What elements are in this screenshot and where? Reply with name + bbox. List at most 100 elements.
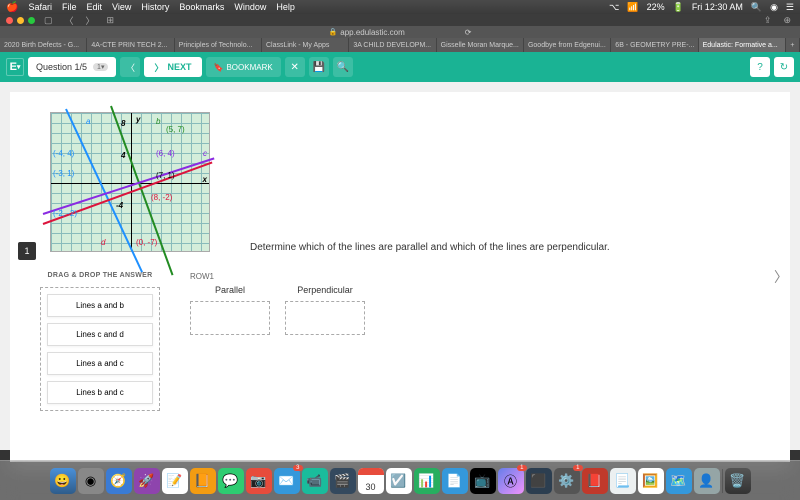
tab-3[interactable]: ClassLink - My Apps	[262, 38, 349, 52]
share-icon[interactable]: ⇪	[761, 15, 775, 26]
edulastic-app: E▾ Question 1/5 1▾ 〈 〉 NEXT 🔖 BOOKMARK ✕…	[0, 52, 800, 450]
exit-button[interactable]: ↻	[774, 57, 794, 77]
question-selector[interactable]: Question 1/5 1▾	[28, 57, 116, 77]
bookmark-icon: 🔖	[214, 63, 224, 72]
drag-item-ab[interactable]: Lines a and b	[47, 294, 153, 317]
appstore-icon[interactable]: Ⓐ1	[498, 468, 524, 494]
next-question-button[interactable]: 〉 NEXT	[144, 57, 201, 77]
question-number: 1	[18, 242, 36, 260]
menu-help[interactable]: Help	[276, 2, 295, 12]
maximize-window-icon[interactable]	[28, 17, 35, 24]
sysprefs-icon[interactable]: ⚙️1	[554, 468, 580, 494]
bluetooth-icon[interactable]: ⌥	[609, 2, 619, 13]
drag-item-bc[interactable]: Lines b and c	[47, 381, 153, 404]
y-axis-label: y	[136, 115, 140, 124]
ibooks-icon[interactable]: 📙	[190, 468, 216, 494]
calendar-icon[interactable]	[358, 468, 384, 494]
save-button[interactable]: 💾	[309, 57, 329, 77]
next-page-arrow[interactable]: 〉	[774, 267, 788, 287]
menu-window[interactable]: Window	[234, 2, 266, 12]
keynote-icon[interactable]: 🎬	[330, 468, 356, 494]
question-label: Question 1/5	[36, 62, 87, 72]
apple-menu-icon[interactable]: 🍎	[6, 2, 18, 13]
tab-8-active[interactable]: Edulastic: Formative a...	[699, 38, 786, 52]
macos-menubar: 🍎 Safari File Edit View History Bookmark…	[0, 0, 800, 14]
url-text: app.edulastic.com	[340, 28, 404, 37]
search-button[interactable]: 🔍	[333, 57, 353, 77]
notes-icon[interactable]: 📝	[162, 468, 188, 494]
close-window-icon[interactable]	[6, 17, 13, 24]
question-badge: 1▾	[93, 63, 108, 71]
menu-history[interactable]: History	[141, 2, 169, 12]
tab-4[interactable]: 3A CHILD DEVELOPM...	[349, 38, 436, 52]
app-name[interactable]: Safari	[28, 2, 52, 12]
drag-item-ac[interactable]: Lines a and c	[47, 352, 153, 375]
forward-button[interactable]: 〉	[83, 14, 98, 27]
reminders-icon[interactable]: ☑️	[386, 468, 412, 494]
preview-icon[interactable]: 🖼️	[638, 468, 664, 494]
edulastic-logo[interactable]: E▾	[6, 58, 24, 76]
pages-icon[interactable]: 📄	[442, 468, 468, 494]
launchpad-icon[interactable]: 🚀	[134, 468, 160, 494]
sidebar-toggle-icon[interactable]: ▢	[41, 15, 56, 26]
window-controls	[6, 17, 35, 24]
siri-dock-icon[interactable]: ◉	[78, 468, 104, 494]
url-bar[interactable]: 🔒 app.edulastic.com ⟳	[0, 26, 800, 38]
tab-5[interactable]: Gisselle Moran Marque...	[437, 38, 524, 52]
new-tab-icon[interactable]: ⊕	[780, 15, 794, 26]
new-tab-button[interactable]: +	[786, 38, 800, 52]
tab-0[interactable]: 2020 Birth Defects - G...	[0, 38, 87, 52]
drop-area: ROW1 Parallel Perpendicular	[190, 272, 760, 411]
siri-icon[interactable]: ◉	[770, 2, 778, 13]
trash-icon[interactable]: 🗑️	[725, 468, 751, 494]
back-button[interactable]: 〈	[62, 14, 77, 27]
label-d: d	[101, 238, 105, 247]
perpendicular-header: Perpendicular	[297, 285, 353, 295]
close-button[interactable]: ✕	[285, 57, 305, 77]
facetime-icon[interactable]: 📹	[302, 468, 328, 494]
show-tabs-icon[interactable]: ⊞	[104, 15, 118, 26]
tab-6[interactable]: Goodbye from Edgenui...	[524, 38, 611, 52]
menu-file[interactable]: File	[62, 2, 77, 12]
question-text: Determine which of the lines are paralle…	[250, 242, 610, 253]
tab-2[interactable]: Principles of Technolo...	[175, 38, 262, 52]
tab-1[interactable]: 4A-CTE PRIN TECH 2...	[87, 38, 174, 52]
notifications-icon[interactable]: ☰	[786, 2, 794, 13]
spotlight-icon[interactable]: 🔍	[751, 2, 762, 13]
battery-percent: 22%	[647, 2, 665, 12]
prev-question-button[interactable]: 〈	[120, 57, 140, 77]
question-content: 1 y x 8 4 -4 a b c d (-4, 4) (-3, 1)	[10, 92, 790, 462]
tab-7[interactable]: 6B - GEOMETRY PRE-...	[611, 38, 698, 52]
messages-icon[interactable]: 💬	[218, 468, 244, 494]
wifi-icon[interactable]: 📶	[627, 2, 638, 13]
numbers-icon[interactable]: 📊	[414, 468, 440, 494]
clock[interactable]: Fri 12:30 AM	[692, 2, 743, 12]
perpendicular-drop-target[interactable]	[285, 301, 365, 335]
label-b: b	[156, 117, 160, 126]
dictionary-icon[interactable]: 📕	[582, 468, 608, 494]
parallel-drop-target[interactable]	[190, 301, 270, 335]
appletv-icon[interactable]: 📺	[470, 468, 496, 494]
app-toolbar: E▾ Question 1/5 1▾ 〈 〉 NEXT 🔖 BOOKMARK ✕…	[0, 52, 800, 82]
menu-view[interactable]: View	[112, 2, 131, 12]
photobooth-icon[interactable]: 📷	[246, 468, 272, 494]
finder-icon[interactable]: 😀	[50, 468, 76, 494]
macos-dock: 😀 ◉ 🧭 🚀 📝 📙 💬 📷 ✉️3 📹 🎬 ☑️ 📊 📄 📺 Ⓐ1 ⬛ ⚙️…	[0, 460, 800, 500]
bookmark-button[interactable]: 🔖 BOOKMARK	[206, 57, 281, 77]
terminal-icon[interactable]: ⬛	[526, 468, 552, 494]
mail-icon[interactable]: ✉️3	[274, 468, 300, 494]
menu-edit[interactable]: Edit	[86, 2, 102, 12]
help-button[interactable]: ?	[750, 57, 770, 77]
contacts-icon[interactable]: 👤	[694, 468, 720, 494]
reload-icon[interactable]: ⟳	[465, 28, 472, 37]
dock-divider	[722, 469, 723, 493]
textedit-icon[interactable]: 📃	[610, 468, 636, 494]
maps-icon[interactable]: 🗺️	[666, 468, 692, 494]
minimize-window-icon[interactable]	[17, 17, 24, 24]
battery-icon[interactable]: 🔋	[673, 2, 684, 13]
safari-icon[interactable]: 🧭	[106, 468, 132, 494]
row-label: ROW1	[190, 272, 760, 281]
next-arrow-icon: 〉	[154, 61, 163, 74]
drag-item-cd[interactable]: Lines c and d	[47, 323, 153, 346]
menu-bookmarks[interactable]: Bookmarks	[179, 2, 224, 12]
